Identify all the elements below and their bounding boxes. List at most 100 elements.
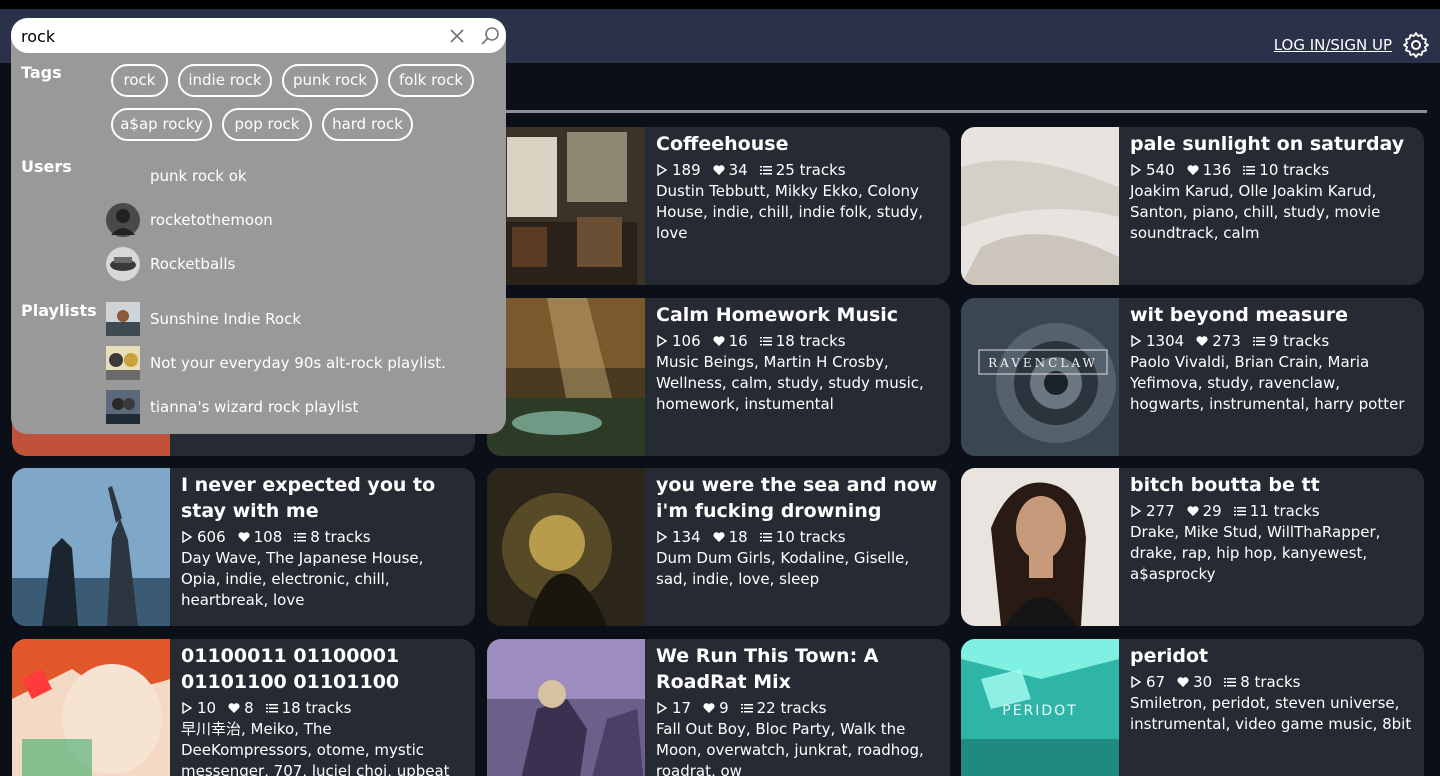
playlist-title[interactable]: I never expected you to stay with me <box>181 472 467 524</box>
playlist-thumbnail: RAVENCLAW <box>961 298 1119 456</box>
tag-chip[interactable]: rock <box>111 64 168 97</box>
users-section-label: Users <box>21 157 72 176</box>
play-icon <box>182 702 193 714</box>
playlist-description: Dum Dum Girls, Kodaline, Giselle, sad, i… <box>656 549 910 588</box>
playlist-card[interactable]: Coffeehouse 189 34 25 tracks Dustin Tebb… <box>487 127 950 285</box>
playlist-description: Fall Out Boy, Bloc Party, Walk the Moon,… <box>656 720 924 776</box>
play-icon <box>657 702 668 714</box>
playlist-result[interactable]: Not your everyday 90s alt-rock playlist. <box>106 345 446 381</box>
play-icon <box>657 335 668 347</box>
play-icon <box>657 531 668 543</box>
playlist-card[interactable]: pale sunlight on saturday 540 136 10 tra… <box>961 127 1424 285</box>
playlist-stats: 277 29 11 tracks <box>1130 500 1416 522</box>
playlist-card[interactable]: bitch boutta be tt 277 29 11 tracks Drak… <box>961 468 1424 626</box>
tab-underline <box>490 110 1427 113</box>
avatar <box>106 247 140 281</box>
playlist-card[interactable]: Calm Homework Music 106 16 18 tracks Mus… <box>487 298 950 456</box>
tracklist-icon <box>759 166 772 175</box>
playlist-stats: 67 30 8 tracks <box>1130 671 1416 693</box>
play-count: 1304 <box>1146 332 1185 350</box>
user-result[interactable]: Rocketballs <box>106 246 235 282</box>
playlist-stats: 10 8 18 tracks <box>181 697 467 719</box>
playlist-title[interactable]: Coffeehouse <box>656 131 942 157</box>
track-count: 11 tracks <box>1249 502 1320 520</box>
gear-icon[interactable] <box>1402 31 1430 59</box>
play-count: 189 <box>672 161 701 179</box>
playlist-name: Sunshine Indie Rock <box>150 310 302 328</box>
playlist-thumbnail <box>487 127 645 285</box>
playlist-card[interactable]: you were the sea and now i'm fucking dro… <box>487 468 950 626</box>
playlist-card[interactable]: PERIDOT peridot 67 30 8 tracks Smiletron… <box>961 639 1424 776</box>
tracklist-icon <box>1233 507 1246 516</box>
search-icon[interactable] <box>480 26 500 46</box>
tracklist-icon <box>759 337 772 346</box>
tracklist-icon <box>759 533 772 542</box>
playlist-card[interactable]: I never expected you to stay with me 606… <box>12 468 475 626</box>
track-count: 18 tracks <box>775 332 846 350</box>
playlist-thumbnail <box>12 639 170 776</box>
tag-chip[interactable]: folk rock <box>388 64 474 97</box>
playlist-stats: 189 34 25 tracks <box>656 159 942 181</box>
playlist-result[interactable]: Sunshine Indie Rock <box>106 301 301 337</box>
playlist-title[interactable]: Calm Homework Music <box>656 302 942 328</box>
playlists-section-label: Playlists <box>21 301 97 320</box>
track-count: 18 tracks <box>281 699 352 717</box>
play-count: 277 <box>1146 502 1175 520</box>
playlist-result[interactable]: tianna's wizard rock playlist <box>106 389 358 425</box>
playlist-description: Drake, Mike Stud, WillThaRapper, drake, … <box>1130 523 1381 583</box>
heart-icon <box>713 165 725 175</box>
heart-icon <box>713 532 725 542</box>
heart-icon <box>1187 165 1199 175</box>
tag-chip[interactable]: a$ap rocky <box>111 108 212 141</box>
playlist-title[interactable]: pale sunlight on saturday <box>1130 131 1416 157</box>
heart-icon <box>703 703 715 713</box>
track-count: 25 tracks <box>775 161 846 179</box>
user-result[interactable]: punk rock ok <box>106 158 247 194</box>
playlist-name: tianna's wizard rock playlist <box>150 398 359 416</box>
tracklist-icon <box>294 533 307 542</box>
playlist-thumbnail <box>487 639 645 776</box>
user-name: rocketothemoon <box>150 211 273 229</box>
like-count: 30 <box>1193 673 1213 691</box>
playlist-stats: 106 16 18 tracks <box>656 330 942 352</box>
playlist-description: 早川幸治, Meiko, The DeeKompressors, otome, … <box>181 720 450 776</box>
playlist-card[interactable]: We Run This Town: A RoadRat Mix 17 9 22 … <box>487 639 950 776</box>
track-count: 10 tracks <box>1259 161 1330 179</box>
tag-chip[interactable]: hard rock <box>322 108 413 141</box>
playlist-stats: 134 18 10 tracks <box>656 526 942 548</box>
playlist-cover <box>106 346 140 380</box>
peridot-label: PERIDOT <box>1002 703 1078 719</box>
tag-chip[interactable]: pop rock <box>222 108 312 141</box>
playlist-cover <box>106 302 140 336</box>
like-count: 108 <box>253 528 283 546</box>
search-input[interactable] <box>21 24 441 48</box>
play-count: 106 <box>672 332 701 350</box>
tracklist-icon <box>1243 166 1256 175</box>
login-signup-link[interactable]: LOG IN/SIGN UP <box>1274 36 1392 54</box>
playlist-card[interactable]: 01100011 01100001 01101100 01101100 10 8… <box>12 639 475 776</box>
like-count: 8 <box>244 699 254 717</box>
playlist-stats: 606 108 8 tracks <box>181 526 467 548</box>
playlist-title[interactable]: 01100011 01100001 01101100 01101100 <box>181 643 467 695</box>
playlist-title[interactable]: We Run This Town: A RoadRat Mix <box>656 643 942 695</box>
like-count: 29 <box>1202 502 1222 520</box>
playlist-thumbnail <box>12 468 170 626</box>
playlist-cover <box>106 390 140 424</box>
playlist-title[interactable]: you were the sea and now i'm fucking dro… <box>656 472 942 524</box>
user-result[interactable]: rocketothemoon <box>106 202 273 238</box>
heart-icon <box>1187 506 1199 516</box>
playlist-title[interactable]: peridot <box>1130 643 1416 669</box>
user-name: Rocketballs <box>150 255 236 273</box>
tracklist-icon <box>265 704 278 713</box>
playlist-title[interactable]: wit beyond measure <box>1130 302 1416 328</box>
playlist-title[interactable]: bitch boutta be tt <box>1130 472 1416 498</box>
tag-chip[interactable]: punk rock <box>282 64 378 97</box>
tag-chip[interactable]: indie rock <box>178 64 272 97</box>
heart-icon <box>1196 336 1208 346</box>
playlist-stats: 540 136 10 tracks <box>1130 159 1416 181</box>
user-name: punk rock ok <box>150 167 247 185</box>
play-icon <box>1131 676 1142 688</box>
tracklist-icon <box>740 704 753 713</box>
playlist-card[interactable]: RAVENCLAW wit beyond measure 1304 273 9 … <box>961 298 1424 456</box>
close-icon[interactable] <box>448 27 466 45</box>
